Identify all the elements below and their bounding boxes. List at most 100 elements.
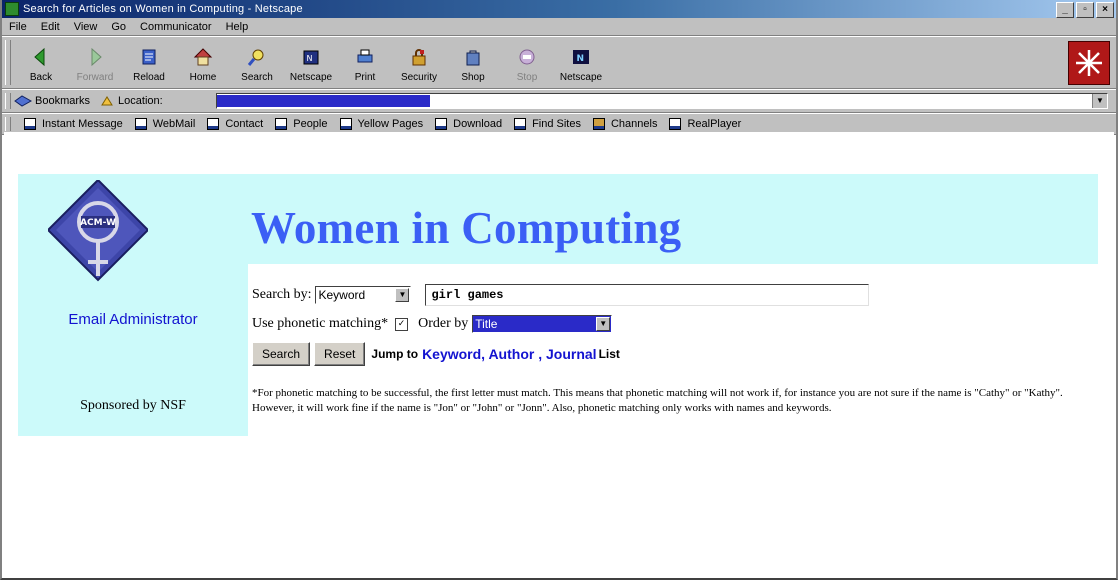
search-button[interactable]: Search <box>230 46 284 88</box>
location-grip[interactable] <box>5 93 11 109</box>
personal-item-people[interactable]: People <box>275 118 328 130</box>
sponsor-text: Sponsored by NSF <box>80 398 186 413</box>
menu-help[interactable]: Help <box>219 21 256 33</box>
title-bar: Search for Articles on Women in Computin… <box>2 0 1116 18</box>
navigation-toolbar: Back Forward Reload Home Search N Netsca… <box>2 36 1116 89</box>
back-arrow-icon <box>34 47 45 67</box>
stop-icon <box>519 49 535 65</box>
bookmark-page-icon <box>435 118 448 130</box>
maximize-button[interactable]: ▫ <box>1076 2 1094 18</box>
print-icon <box>357 49 373 63</box>
chevron-down-icon: ▼ <box>395 288 410 302</box>
back-button[interactable]: Back <box>14 46 68 88</box>
netscape-guide-button[interactable]: N Netscape <box>284 46 338 88</box>
netscape-guide-label: Netscape <box>289 72 333 83</box>
url-history-dropdown[interactable]: ▼ <box>1092 94 1107 108</box>
netscape-n-button[interactable]: N Netscape <box>554 46 608 88</box>
browser-window: Search for Articles on Women in Computin… <box>0 0 1118 580</box>
search-by-label: Search by: <box>252 287 312 302</box>
menu-go[interactable]: Go <box>104 21 133 33</box>
page-content: ACM-W Email Administrator Sponsored by N… <box>4 132 1114 576</box>
menu-edit[interactable]: Edit <box>34 21 67 33</box>
location-toolbar: Bookmarks Location: ▼ <box>2 89 1116 113</box>
personal-item-contact[interactable]: Contact <box>207 118 263 130</box>
personal-grip[interactable] <box>5 117 11 131</box>
reload-icon <box>142 49 156 65</box>
order-by-label: Order by <box>418 316 469 331</box>
menu-view[interactable]: View <box>67 21 105 33</box>
toolbar-grip[interactable] <box>5 40 11 85</box>
netscape-n-label: Netscape <box>559 72 603 83</box>
print-label: Print <box>354 72 376 83</box>
stop-button[interactable]: Stop <box>500 46 554 88</box>
search-query-input[interactable]: girl games <box>425 284 870 306</box>
bookmark-page-icon <box>275 118 288 130</box>
svg-text:N: N <box>577 54 585 64</box>
home-button[interactable]: Home <box>176 46 230 88</box>
forward-arrow-icon <box>91 47 102 67</box>
reset-button[interactable]: Reset <box>314 342 366 366</box>
personal-item-yellow-pages[interactable]: Yellow Pages <box>339 118 424 130</box>
reload-button[interactable]: Reload <box>122 46 176 88</box>
print-button[interactable]: Print <box>338 46 392 88</box>
security-label: Security <box>400 72 438 83</box>
close-button[interactable]: × <box>1096 2 1114 18</box>
search-by-row: Search by: Keyword ▼ girl games <box>252 284 870 306</box>
forward-label: Forward <box>76 72 114 83</box>
shop-icon <box>466 50 480 66</box>
jump-to-list-link[interactable]: Keyword, Author , Journal <box>422 346 597 362</box>
security-icon <box>412 49 426 66</box>
location-url-input[interactable]: ▼ <box>216 93 1108 109</box>
bookmark-page-icon <box>514 118 527 130</box>
bookmarks-button[interactable]: Bookmarks <box>14 95 90 107</box>
bookmark-icon <box>14 95 32 107</box>
location-label: Location: <box>118 95 163 107</box>
bookmark-page-icon <box>207 118 220 130</box>
personal-item-webmail[interactable]: WebMail <box>134 118 195 130</box>
minimize-button[interactable]: _ <box>1056 2 1074 18</box>
home-label: Home <box>189 72 217 83</box>
personal-item-download[interactable]: Download <box>435 118 502 130</box>
personal-item-channels[interactable]: Channels <box>592 118 657 130</box>
location-label-group: Location: <box>100 95 163 107</box>
netscape-app-icon <box>5 2 19 16</box>
url-selection-highlight <box>217 95 430 107</box>
bookmark-page-icon <box>339 118 352 130</box>
personal-item-instant-message[interactable]: Instant Message <box>24 118 123 130</box>
personal-item-label: Yellow Pages <box>357 118 424 130</box>
email-administrator-link[interactable]: Email Administrator <box>18 311 248 328</box>
actions-row: Search Reset Jump to Keyword, Author , J… <box>252 342 620 366</box>
jump-list-label: List <box>598 347 620 361</box>
netscape-throbber-logo[interactable] <box>1068 41 1110 85</box>
shop-button[interactable]: Shop <box>446 46 500 88</box>
home-icon <box>193 48 213 66</box>
menu-file[interactable]: File <box>2 21 34 33</box>
search-query-value: girl games <box>431 288 504 302</box>
window-controls: _ ▫ × <box>1056 2 1114 18</box>
search-icon <box>247 49 264 66</box>
phonetic-checkbox[interactable]: ✓ <box>395 317 409 331</box>
forward-button[interactable]: Forward <box>68 46 122 88</box>
page-proxy-icon[interactable] <box>100 95 114 107</box>
search-submit-button[interactable]: Search <box>252 342 311 366</box>
personal-item-find-sites[interactable]: Find Sites <box>514 118 581 130</box>
personal-item-label: Find Sites <box>532 118 581 130</box>
phonetic-footnote: *For phonetic matching to be successful,… <box>252 387 1063 414</box>
menu-communicator[interactable]: Communicator <box>133 21 219 33</box>
chevron-down-icon: ▼ <box>596 317 611 331</box>
personal-item-label: Download <box>453 118 503 130</box>
security-button[interactable]: Security <box>392 46 446 88</box>
bookmark-page-icon <box>669 118 682 130</box>
jump-to-label: Jump to <box>371 347 419 361</box>
personal-item-label: People <box>293 118 328 130</box>
window-title: Search for Articles on Women in Computin… <box>23 3 303 15</box>
options-row: Use phonetic matching* ✓ Order by Title … <box>252 315 613 333</box>
svg-text:N: N <box>307 54 313 63</box>
search-by-select[interactable]: Keyword ▼ <box>315 286 412 304</box>
bookmarks-label: Bookmarks <box>35 95 91 107</box>
netscape-n-icon: N <box>573 50 589 64</box>
order-by-select[interactable]: Title ▼ <box>472 315 613 333</box>
personal-item-realplayer[interactable]: RealPlayer <box>669 118 741 130</box>
search-label: Search <box>241 72 273 83</box>
reload-label: Reload <box>133 72 165 83</box>
